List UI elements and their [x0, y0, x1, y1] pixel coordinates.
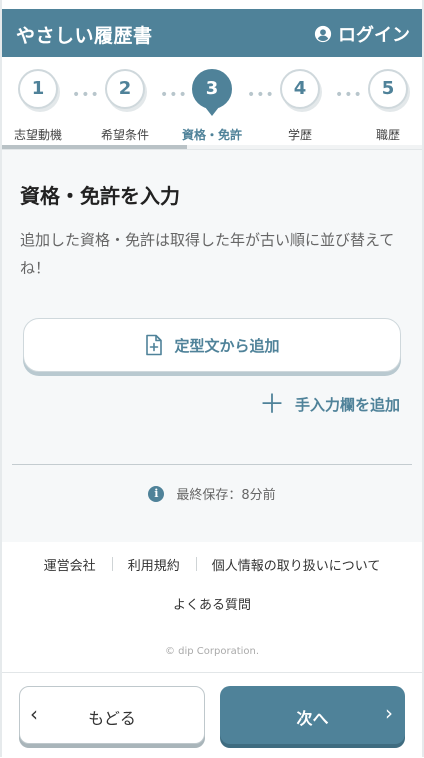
- info-icon: i: [148, 485, 165, 502]
- step-number: 2: [105, 69, 145, 109]
- app-title[interactable]: やさしい履歴書: [16, 21, 153, 48]
- chevron-right-icon: ›: [385, 701, 393, 725]
- footer-link-terms[interactable]: 利用規約: [111, 555, 196, 574]
- back-button[interactable]: ‹ もどる: [19, 686, 205, 744]
- back-button-label: もどる: [88, 709, 136, 728]
- save-status-text: 最終保存：8分前: [176, 488, 276, 503]
- site-footer: 運営会社 利用規約 個人情報の取り扱いについて よくある質問 © dip Cor…: [2, 542, 422, 672]
- step-indicator: 1 志望動機 ••• 2 希望条件 ••• 3 資格・免許 ••• 4 学歴 •…: [2, 57, 422, 150]
- step-1[interactable]: 1 志望動機: [3, 69, 73, 143]
- next-button-label: 次へ: [296, 709, 329, 728]
- step-number: 5: [368, 69, 408, 109]
- page-description: 追加した資格・免許は取得した年が古い順に並び替えてね！: [20, 231, 395, 277]
- footer-links: 運営会社 利用規約 個人情報の取り扱いについて: [2, 555, 422, 574]
- step-label: 学歴: [287, 128, 312, 142]
- add-from-template-label: 定型文から追加: [174, 336, 280, 355]
- copyright: © dip Corporation.: [164, 646, 260, 657]
- step-number: 3: [192, 69, 232, 116]
- footer-link-faq[interactable]: よくある質問: [2, 594, 422, 613]
- step-2[interactable]: 2 希望条件: [90, 69, 160, 143]
- document-plus-icon: [146, 334, 163, 356]
- add-manual-field-button[interactable]: ＋ 手入力欄を追加: [258, 389, 400, 420]
- add-manual-field-label: 手入力欄を追加: [294, 396, 400, 414]
- step-4[interactable]: 4 学歴: [265, 69, 335, 143]
- app-header: やさしい履歴書 ログイン: [2, 9, 422, 57]
- step-label: 志望動機: [13, 128, 62, 142]
- plus-icon: ＋: [258, 389, 285, 420]
- step-number: 4: [280, 69, 320, 109]
- main-content: 資格・免許を入力 追加した資格・免許は取得した年が古い順に並び替えてね！ 定型文…: [2, 150, 422, 542]
- save-status: i 最終保存：8分前: [2, 484, 422, 503]
- step-5[interactable]: 5 職歴: [353, 69, 423, 143]
- step-number: 1: [18, 69, 58, 109]
- step-label: 希望条件: [100, 128, 149, 142]
- footer-link-company[interactable]: 運営会社: [28, 555, 112, 574]
- footer-link-privacy[interactable]: 個人情報の取り扱いについて: [195, 555, 397, 574]
- step-3[interactable]: 3 資格・免許: [177, 69, 247, 143]
- progress-fill: [2, 145, 187, 149]
- login-label: ログイン: [338, 25, 410, 46]
- bottom-navigation: ‹ もどる 次へ ›: [2, 672, 422, 758]
- step-label: 職歴: [375, 128, 400, 142]
- app-frame: やさしい履歴書 ログイン 1 志望動機 ••• 2 希望条件 ••• 3 資格・…: [0, 0, 424, 758]
- add-from-template-button[interactable]: 定型文から追加: [23, 318, 401, 372]
- step-label: 資格・免許: [181, 128, 242, 142]
- user-circle-icon: [314, 25, 332, 43]
- login-button[interactable]: ログイン: [314, 21, 410, 47]
- progress-track: [2, 145, 422, 149]
- divider: [12, 464, 412, 465]
- page-heading: 資格・免許を入力: [20, 184, 180, 208]
- next-button[interactable]: 次へ ›: [220, 686, 405, 744]
